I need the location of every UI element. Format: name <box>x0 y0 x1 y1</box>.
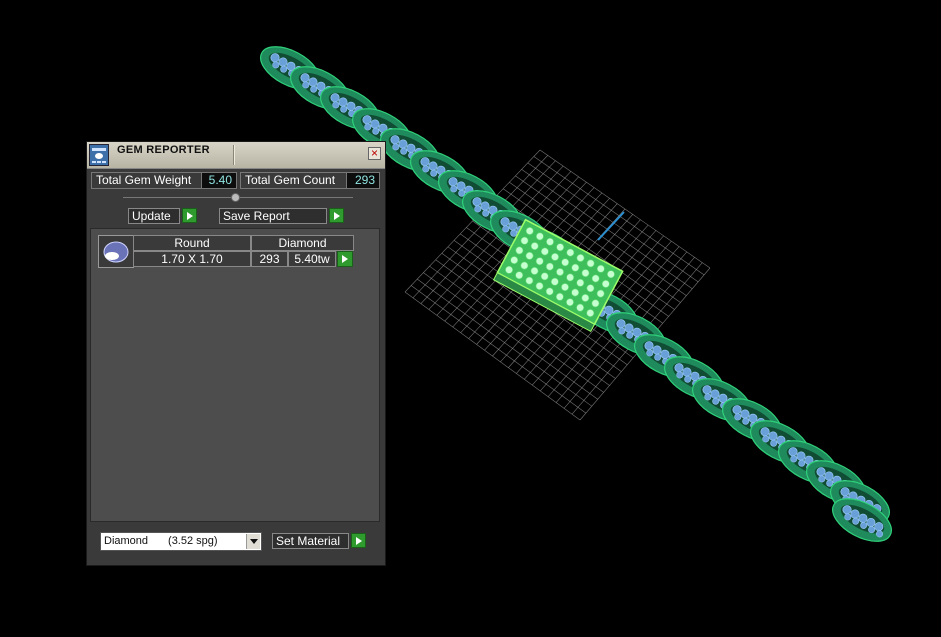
update-button[interactable]: Update <box>128 208 180 224</box>
material-name: Diamond <box>104 535 149 547</box>
total-gem-weight-value: 5.40 <box>201 172 237 189</box>
gem-reporter-icon <box>89 144 109 166</box>
title-separator <box>233 145 235 165</box>
gem-count: 293 <box>251 251 288 267</box>
gem-list: Round Diamond 1.70 X 1.70 293 5.40tw <box>90 228 380 522</box>
material-select[interactable]: Diamond (3.52 spg) <box>100 532 262 551</box>
close-icon[interactable]: × <box>368 147 381 160</box>
gem-size: 1.70 X 1.70 <box>133 251 251 267</box>
column-header-material: Diamond <box>251 235 354 251</box>
update-arrow-icon[interactable] <box>182 208 197 223</box>
panel-title: GEM REPORTER <box>117 144 210 156</box>
gem-weight: 5.40tw <box>288 251 336 267</box>
gem-row-arrow-icon[interactable] <box>337 251 353 267</box>
save-report-arrow-icon[interactable] <box>329 208 344 223</box>
chevron-down-icon[interactable] <box>246 534 260 549</box>
slider-thumb[interactable] <box>231 193 240 202</box>
gem-shape-icon[interactable] <box>98 235 134 268</box>
gem-reporter-panel: GEM REPORTER × Total Gem Weight 5.40 Tot… <box>86 141 386 566</box>
total-gem-count-value: 293 <box>346 172 380 189</box>
title-bar[interactable]: GEM REPORTER × <box>87 142 385 169</box>
column-header-shape: Round <box>133 235 251 251</box>
material-spg: (3.52 spg) <box>168 535 218 547</box>
set-material-button[interactable]: Set Material <box>272 533 349 549</box>
save-report-button[interactable]: Save Report <box>219 208 327 224</box>
axis-line <box>597 211 625 241</box>
set-material-arrow-icon[interactable] <box>351 533 366 548</box>
